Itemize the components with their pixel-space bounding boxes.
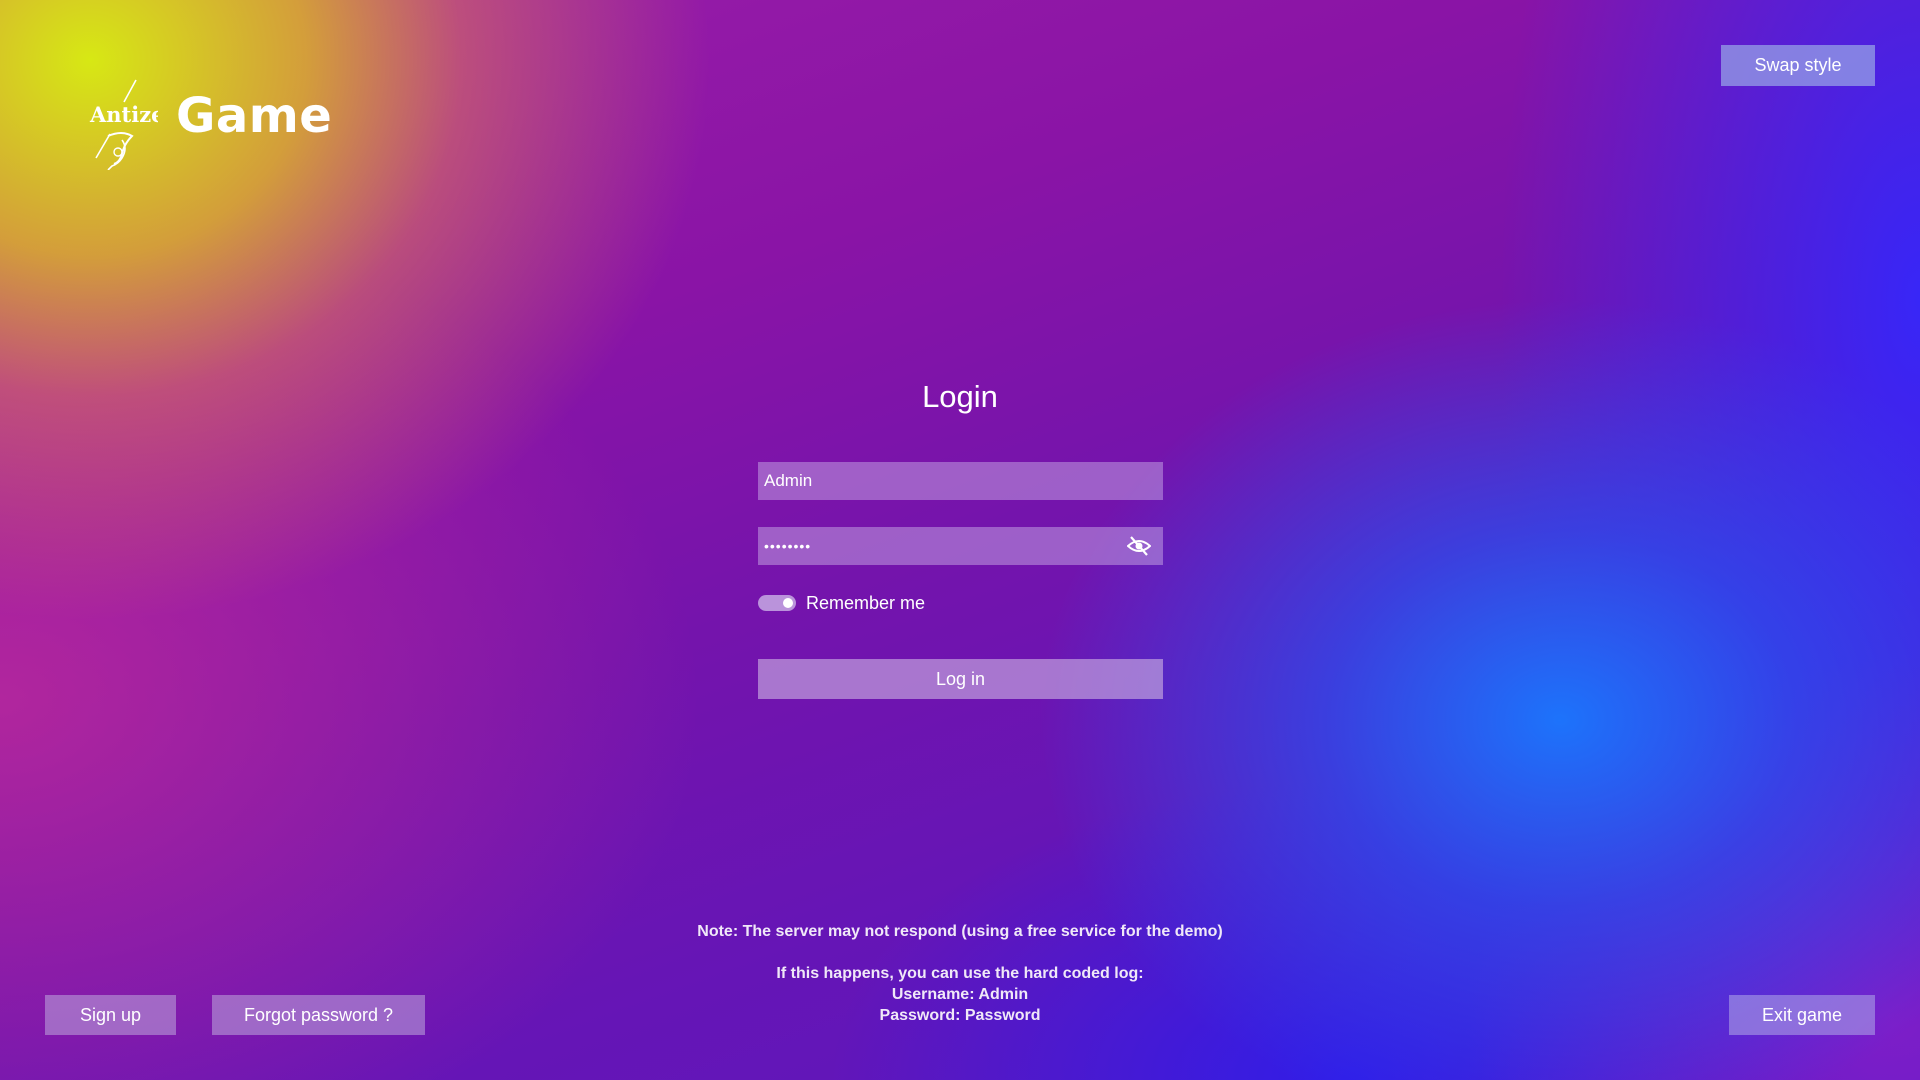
eye-off-icon[interactable] (1127, 535, 1151, 557)
server-note: Note: The server may not respond (using … (697, 923, 1223, 940)
username-input[interactable] (758, 462, 1163, 500)
login-button[interactable]: Log in (758, 659, 1163, 699)
antize-logo-mark: Antize (89, 79, 158, 170)
remember-me-row: Remember me (758, 592, 925, 614)
remember-me-label: Remember me (806, 592, 926, 613)
antize-logo: Antize (88, 78, 158, 170)
remember-me-toggle-knob (783, 598, 793, 608)
game-title: Game (176, 88, 333, 144)
logo-text: Antize (89, 102, 158, 127)
remember-me-toggle[interactable] (758, 595, 796, 611)
hardcoded-login-hint: If this happens, you can use the hard co… (776, 965, 1144, 982)
password-input[interactable] (758, 527, 1163, 565)
username-field-container (758, 462, 1163, 500)
swap-style-button[interactable]: Swap style (1721, 45, 1875, 86)
forgot-password-button[interactable]: Forgot password ? (212, 995, 425, 1035)
password-field-container (758, 527, 1163, 565)
sign-up-button[interactable]: Sign up (45, 995, 176, 1035)
exit-game-button[interactable]: Exit game (1729, 995, 1875, 1035)
login-title: Login (922, 379, 998, 414)
